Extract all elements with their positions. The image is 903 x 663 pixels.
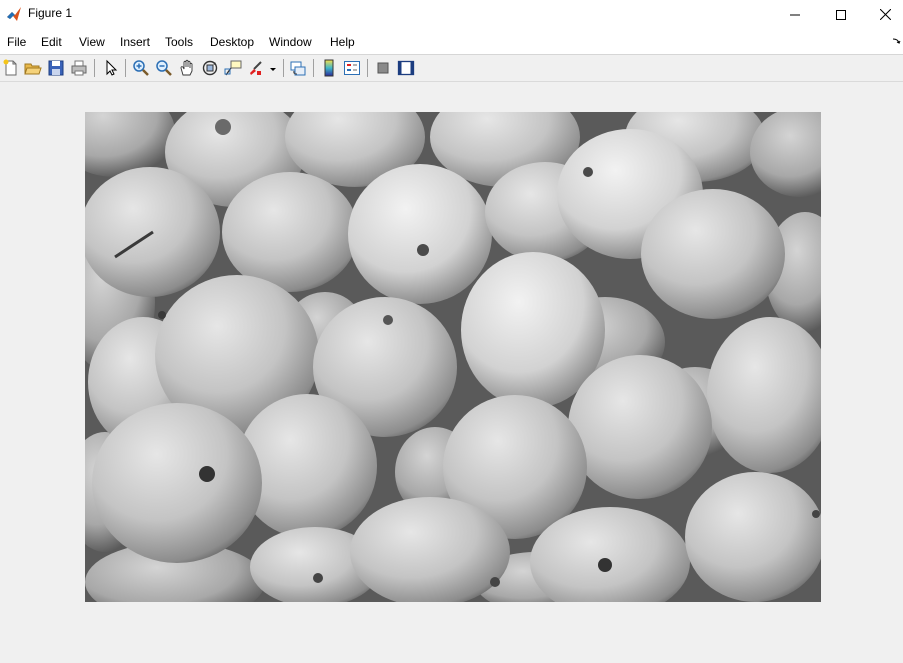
title-bar: Figure 1 (0, 0, 903, 29)
figure-toolbar (0, 55, 903, 82)
insert-legend-icon[interactable] (343, 59, 361, 77)
zoom-in-icon[interactable] (132, 59, 150, 77)
window-title: Figure 1 (28, 6, 73, 20)
rotate-3d-icon[interactable] (201, 59, 219, 77)
print-icon[interactable] (70, 59, 88, 77)
minimize-button[interactable] (772, 0, 818, 29)
menu-insert[interactable]: Insert (120, 35, 150, 49)
matlab-logo-icon (7, 7, 21, 21)
maximize-button[interactable] (818, 0, 864, 29)
menu-desktop[interactable]: Desktop (210, 35, 254, 49)
minimize-icon (790, 14, 800, 15)
toolbar-separator (367, 59, 368, 77)
brush-icon[interactable] (247, 59, 265, 77)
toolbar-separator (283, 59, 284, 77)
close-button[interactable] (862, 0, 903, 29)
toolbar-separator (125, 59, 126, 77)
pears-image (85, 112, 821, 602)
menu-edit[interactable]: Edit (41, 35, 62, 49)
link-plot-icon[interactable] (289, 59, 307, 77)
menu-bar: File Edit View Insert Tools Desktop Wind… (0, 29, 903, 55)
data-cursor-icon[interactable] (224, 59, 242, 77)
close-icon (879, 9, 891, 20)
edit-plot-arrow-icon[interactable] (102, 59, 120, 77)
open-file-icon[interactable] (24, 59, 42, 77)
maximize-icon (836, 9, 846, 20)
menu-help[interactable]: Help (330, 35, 355, 49)
save-icon[interactable] (47, 59, 65, 77)
toolbar-separator (94, 59, 95, 77)
hide-plot-tools-icon[interactable] (374, 59, 392, 77)
menu-tools[interactable]: Tools (165, 35, 193, 49)
menu-file[interactable]: File (7, 35, 26, 49)
menu-view[interactable]: View (79, 35, 105, 49)
pan-hand-icon[interactable] (178, 59, 196, 77)
show-plot-tools-icon[interactable] (397, 59, 415, 77)
menu-window[interactable]: Window (269, 35, 312, 49)
dock-arrow-icon[interactable] (893, 37, 901, 45)
new-figure-icon[interactable] (2, 59, 20, 77)
zoom-out-icon[interactable] (155, 59, 173, 77)
toolbar-separator (313, 59, 314, 77)
insert-colorbar-icon[interactable] (320, 59, 338, 77)
brush-dropdown-chevron-down-icon[interactable] (269, 59, 277, 77)
